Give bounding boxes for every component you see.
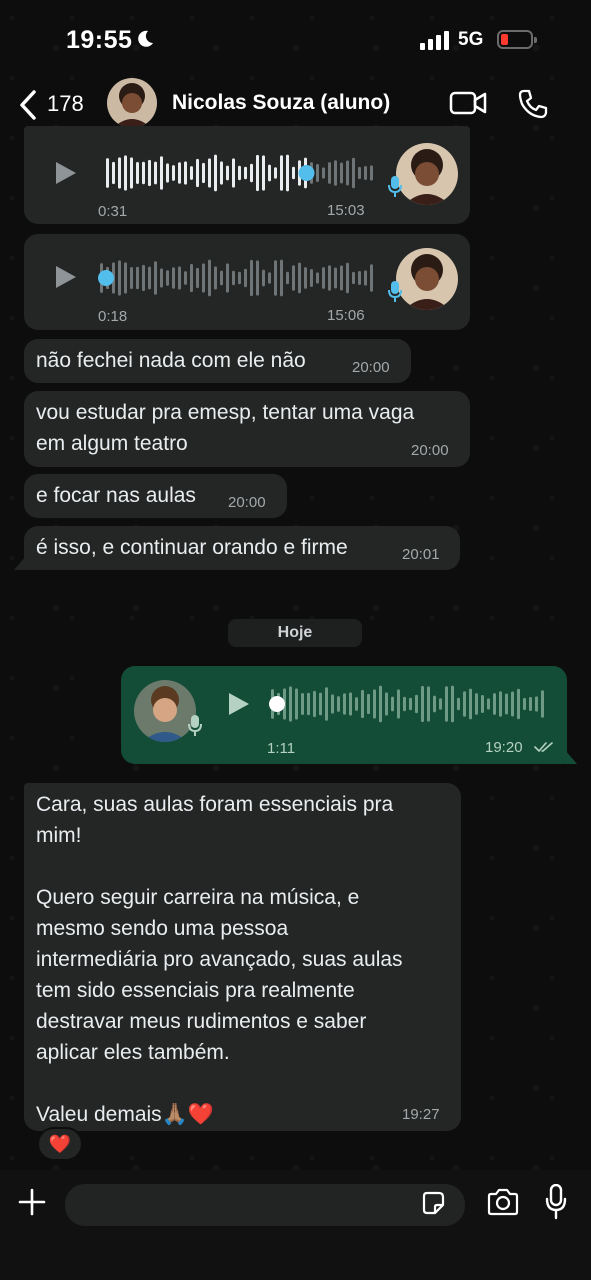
audio-waveform[interactable] (98, 258, 374, 298)
mic-badge-icon (388, 176, 402, 197)
message-time: 19:27 (402, 1106, 440, 1123)
heart-reaction: ❤️ (48, 1134, 72, 1154)
play-button[interactable] (229, 693, 249, 715)
audio-duration: 1:11 (267, 740, 296, 757)
contact-name[interactable]: Nicolas Souza (aluno) (172, 91, 390, 115)
audio-duration: 0:31 (98, 203, 128, 220)
network-type: 5G (458, 29, 484, 50)
date-separator: Hoje (228, 619, 362, 647)
text-message: vou estudar pra emesp, tentar uma vaga e… (24, 391, 470, 467)
double-check-icon (534, 742, 553, 753)
audio-scrubber (98, 270, 114, 286)
text-message: Cara, suas aulas foram essenciais pra mi… (24, 783, 461, 1131)
message-time: 15:06 (327, 307, 365, 324)
audio-scrubber (269, 696, 285, 712)
text-message: e focar nas aulas 20:00 (24, 474, 287, 518)
video-call-icon[interactable] (449, 90, 487, 116)
signal-icon (420, 30, 450, 50)
sender-avatar (396, 248, 458, 310)
message-time: 15:03 (327, 202, 365, 219)
play-button[interactable] (56, 162, 76, 184)
audio-waveform[interactable] (269, 684, 549, 724)
audio-scrubber (298, 165, 315, 181)
mic-badge-icon (388, 281, 402, 302)
message-time: 19:20 (485, 739, 523, 756)
message-time: 20:00 (228, 494, 266, 511)
composer-bar (0, 1170, 591, 1280)
status-bar: 19:55 5G (0, 0, 591, 80)
voice-call-icon[interactable] (517, 88, 549, 120)
moon-icon (138, 30, 153, 47)
bubble-tail (565, 750, 577, 764)
sender-avatar (134, 680, 196, 742)
message-text: Cara, suas aulas foram essenciais pra mi… (36, 793, 403, 1126)
outgoing-audio-message: 1:11 19:20 (121, 666, 567, 764)
message-time: 20:00 (352, 359, 390, 376)
status-time: 19:55 (66, 26, 133, 54)
battery-icon (497, 30, 537, 49)
contact-avatar[interactable] (107, 78, 157, 128)
unread-count[interactable]: 178 (47, 91, 84, 117)
audio-message: 0:31 15:03 (24, 126, 470, 224)
plus-icon[interactable] (18, 1188, 46, 1216)
play-button[interactable] (56, 266, 76, 288)
audio-message: 0:18 15:06 (24, 234, 470, 330)
message-text: não fechei nada com ele não (36, 349, 306, 372)
camera-icon[interactable] (486, 1188, 520, 1216)
audio-waveform[interactable] (104, 153, 374, 193)
mic-badge-icon (188, 715, 202, 736)
audio-duration: 0:18 (98, 308, 128, 325)
message-input[interactable] (65, 1184, 465, 1226)
message-text: é isso, e continuar orando e firme (36, 536, 348, 559)
text-message: não fechei nada com ele não 20:00 (24, 339, 411, 383)
message-text: e focar nas aulas (36, 484, 196, 507)
bubble-tail (14, 556, 26, 570)
sender-avatar (396, 143, 458, 205)
message-time: 20:01 (402, 546, 440, 563)
sticker-icon[interactable] (420, 1190, 446, 1216)
microphone-icon[interactable] (545, 1184, 567, 1220)
message-text: vou estudar pra emesp, tentar uma vaga e… (36, 401, 415, 455)
message-time: 20:00 (411, 442, 449, 459)
back-chevron-icon[interactable] (18, 88, 38, 122)
text-message: é isso, e continuar orando e firme 20:01 (24, 526, 460, 570)
message-reaction[interactable]: ❤️ (37, 1127, 83, 1161)
